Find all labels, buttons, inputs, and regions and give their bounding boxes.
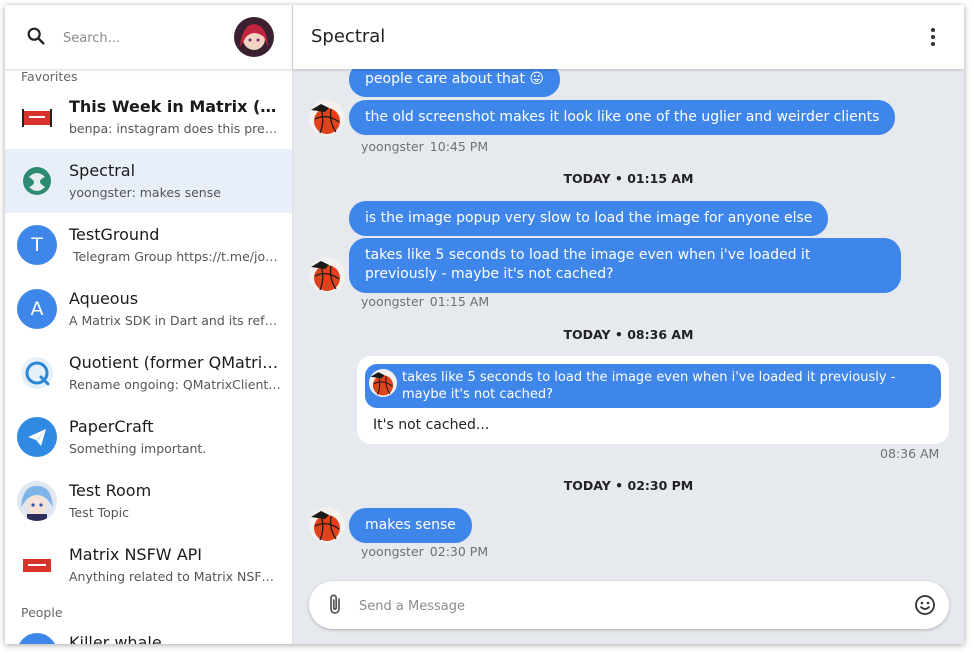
room-preview: Anything related to Matrix NSFW API bbox=[69, 569, 281, 584]
room-avatar bbox=[17, 545, 57, 585]
message-meta: yoongster 10:45 PM bbox=[361, 139, 488, 154]
favorites-section-label: Favorites bbox=[21, 69, 78, 84]
app-window: Favorites This Week in Matrix (TWIM) ben… bbox=[5, 5, 964, 644]
sender-name[interactable]: yoongster bbox=[361, 139, 424, 154]
room-item-spectral[interactable]: Spectral yoongster: makes sense bbox=[5, 149, 292, 213]
room-avatar bbox=[17, 97, 57, 137]
room-item-quotient[interactable]: Quotient (former QMatrixClient) Rename o… bbox=[5, 341, 292, 405]
room-list-sidebar: Favorites This Week in Matrix (TWIM) ben… bbox=[5, 5, 293, 644]
room-item-matrix-nsfw-api[interactable]: Matrix NSFW API Anything related to Matr… bbox=[5, 533, 292, 597]
room-item-test-room[interactable]: Test Room Test Topic bbox=[5, 469, 292, 533]
day-separator: TODAY • 02:30 PM bbox=[563, 478, 694, 493]
room-item-aqueous[interactable]: A Aqueous A Matrix SDK in Dart and its r… bbox=[5, 277, 292, 341]
quoted-text: takes like 5 seconds to load the image e… bbox=[402, 370, 896, 402]
message-composer bbox=[309, 581, 949, 629]
avatar-letter: T bbox=[31, 234, 43, 256]
search-icon[interactable] bbox=[25, 25, 47, 47]
room-avatar bbox=[17, 633, 57, 644]
room-preview: Test Topic bbox=[69, 505, 130, 520]
message-bubble[interactable]: the old screenshot makes it look like on… bbox=[349, 100, 896, 135]
sender-avatar[interactable] bbox=[309, 507, 345, 543]
emoji-icon[interactable] bbox=[913, 593, 937, 617]
day-separator: TODAY • 08:36 AM bbox=[563, 327, 694, 342]
room-avatar bbox=[17, 481, 57, 521]
reply-message[interactable]: takes like 5 seconds to load the image e… bbox=[357, 356, 949, 444]
room-title: Spectral bbox=[311, 26, 386, 47]
room-name: This Week in Matrix (TWIM) bbox=[69, 97, 281, 116]
reply-text: It's not cached... bbox=[373, 417, 490, 433]
room-avatar bbox=[17, 161, 57, 201]
message-time: 01:15 AM bbox=[429, 294, 490, 309]
message-meta: yoongster 02:30 PM bbox=[361, 544, 488, 559]
message-meta: yoongster 01:15 AM bbox=[361, 294, 489, 309]
message-time: 10:45 PM bbox=[429, 139, 489, 154]
message-input[interactable] bbox=[357, 593, 881, 619]
attach-icon[interactable] bbox=[323, 593, 347, 617]
room-preview: yoongster: makes sense bbox=[69, 185, 221, 200]
day-separator: TODAY • 01:15 AM bbox=[563, 171, 694, 186]
more-options-icon[interactable] bbox=[921, 25, 945, 49]
sender-avatar[interactable] bbox=[309, 100, 345, 136]
message-bubble[interactable]: takes like 5 seconds to load the image e… bbox=[349, 238, 901, 293]
message-bubble[interactable]: makes sense bbox=[349, 508, 472, 543]
avatar-letter: A bbox=[30, 298, 44, 320]
room-header: Spectral bbox=[293, 5, 964, 69]
message-bubble[interactable]: is the image popup very slow to load the… bbox=[349, 201, 829, 236]
user-avatar[interactable] bbox=[234, 17, 274, 57]
message-time: 08:36 AM bbox=[880, 446, 940, 461]
chat-panel: Spectral people care about that 😛 the ol… bbox=[293, 5, 964, 644]
message-time: 02:30 PM bbox=[429, 544, 489, 559]
room-name: TestGround bbox=[69, 225, 160, 244]
room-name: Test Room bbox=[69, 481, 152, 500]
room-item-testground[interactable]: T TestGround Telegram Group https://t.me… bbox=[5, 213, 292, 277]
sender-name[interactable]: yoongster bbox=[361, 544, 424, 559]
room-name: Quotient (former QMatrixClient) bbox=[69, 353, 281, 372]
room-name: Spectral bbox=[69, 161, 136, 180]
room-name: Aqueous bbox=[69, 289, 139, 308]
sender-avatar[interactable] bbox=[309, 257, 345, 293]
room-preview: Telegram Group https://t.me/joinchat bbox=[69, 249, 281, 264]
room-preview: A Matrix SDK in Dart and its reference c… bbox=[69, 313, 281, 328]
search-input[interactable] bbox=[61, 25, 225, 51]
room-avatar: T bbox=[17, 225, 57, 265]
room-item-papercraft[interactable]: PaperCraft Something important. bbox=[5, 405, 292, 469]
search-bar bbox=[5, 5, 292, 69]
room-preview: Rename ongoing: QMatrixClient → Quotient bbox=[69, 377, 281, 392]
room-avatar bbox=[17, 417, 57, 457]
room-item-twim[interactable]: This Week in Matrix (TWIM) benpa: instag… bbox=[5, 85, 292, 149]
room-name: Killer whale bbox=[69, 633, 162, 644]
room-name: PaperCraft bbox=[69, 417, 154, 436]
room-avatar bbox=[17, 353, 57, 393]
quoted-sender-avatar bbox=[369, 369, 397, 397]
room-name: Matrix NSFW API bbox=[69, 545, 203, 564]
people-section-label: People bbox=[21, 605, 63, 620]
room-avatar: A bbox=[17, 289, 57, 329]
room-item-killer-whale[interactable]: Killer whale bbox=[5, 621, 292, 644]
room-preview: Something important. bbox=[69, 441, 207, 456]
sender-name[interactable]: yoongster bbox=[361, 294, 424, 309]
room-preview: benpa: instagram does this pretty well bbox=[69, 121, 281, 136]
quoted-message[interactable]: takes like 5 seconds to load the image e… bbox=[365, 364, 941, 408]
